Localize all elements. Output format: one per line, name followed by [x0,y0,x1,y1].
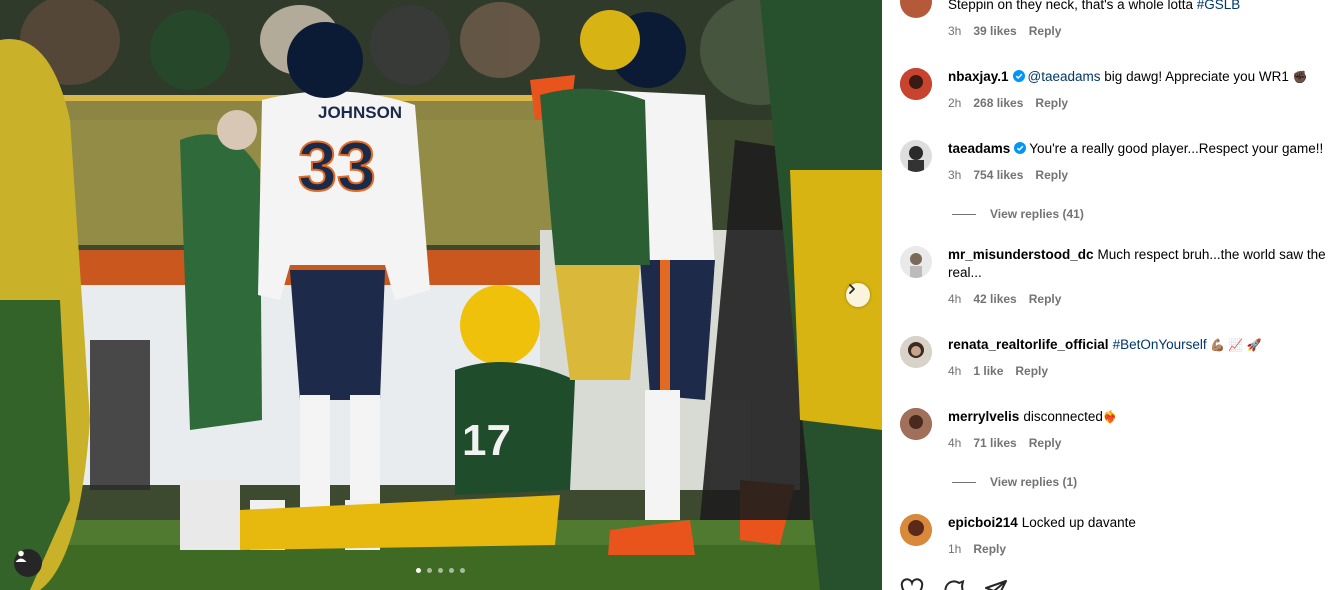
comment-username[interactable]: merrylvelis [948,409,1019,424]
comment-content: epicboi214 Locked up davante 1h Reply [948,514,1338,558]
comment-meta: 1h Reply [948,540,1338,558]
comment-likes[interactable]: 42 likes [973,290,1016,308]
comment-time[interactable]: 3h [948,22,961,40]
comment-content: merrylvelis disconnected❤️‍🔥 4h 71 likes … [948,408,1338,452]
comment-meta: 4h 1 like Reply [948,362,1338,380]
comment-text: You're a really good player...Respect yo… [1029,141,1324,156]
comment-likes[interactable]: 71 likes [973,434,1016,452]
post-media[interactable]: 33 JOHNSON 17 [0,0,882,590]
comment-meta: 3h 39 likes Reply [948,22,1338,40]
mention-link[interactable]: @taeadams [1028,69,1101,84]
svg-text:33: 33 [298,127,376,205]
avatar[interactable] [900,514,932,546]
comment-likes[interactable]: 754 likes [973,166,1023,184]
avatar[interactable] [900,140,932,172]
comment-text: Steppin on they neck, that's a whole lot… [948,0,1197,12]
comment-username[interactable]: taeadams [948,141,1010,156]
tagged-people-button[interactable] [14,549,42,577]
chevron-right-icon [849,284,855,294]
view-replies-label: View replies (1) [990,475,1078,489]
comment-username[interactable]: mr_misunderstood_dc [948,247,1094,262]
comment-time[interactable]: 4h [948,290,961,308]
hashtag-link[interactable]: #BetOnYourself [1113,337,1207,352]
post-actions-bar [900,578,1008,590]
comment-likes[interactable]: 39 likes [973,22,1016,40]
verified-badge-icon [1012,70,1025,82]
avatar[interactable] [900,408,932,440]
carousel-dot [416,568,421,573]
reply-button[interactable]: Reply [1029,434,1062,452]
comment-time[interactable]: 3h [948,166,961,184]
comment-text: Locked up davante [1021,515,1136,530]
reply-button[interactable]: Reply [1035,166,1068,184]
comment-content: taeadams You're a really good player...Re… [948,140,1338,184]
reply-button[interactable]: Reply [973,540,1006,558]
view-replies-button[interactable]: View replies (1) [952,475,1077,489]
comment-emoji: ✊🏿 [1292,70,1308,84]
svg-text:17: 17 [462,416,511,465]
comment-text: big dawg! Appreciate you WR1 [1100,69,1293,84]
divider [952,481,976,483]
view-replies-label: View replies (41) [990,207,1084,221]
verified-badge-icon [1014,142,1027,154]
reply-button[interactable]: Reply [1035,94,1068,112]
post-photo: 33 JOHNSON 17 [0,0,882,590]
send-icon[interactable] [984,578,1008,590]
comment-content: Steppin on they neck, that's a whole lot… [948,0,1338,40]
comment-meta: 3h 754 likes Reply [948,166,1338,184]
comment-icon[interactable] [942,578,966,590]
avatar[interactable] [900,0,932,18]
comment-meta: 4h 71 likes Reply [948,434,1338,452]
comment-meta: 4h 42 likes Reply [948,290,1338,308]
comments-panel[interactable]: Steppin on they neck, that's a whole lot… [882,0,1338,590]
comment-username[interactable]: epicboi214 [948,515,1018,530]
comment-content: nbaxjay.1 @taeadams big dawg! Appreciate … [948,68,1338,112]
carousel-dot [449,568,454,573]
heart-icon[interactable] [900,578,924,590]
carousel-dot [427,568,432,573]
avatar[interactable] [900,246,932,278]
comment-content: mr_misunderstood_dc Much respect bruh...t… [948,246,1338,308]
divider [952,213,976,215]
hashtag-link[interactable]: #GSLB [1197,0,1241,12]
svg-text:JOHNSON: JOHNSON [318,103,402,122]
comment-content: renata_realtorlife_official #BetOnYoursel… [948,336,1338,380]
avatar[interactable] [900,68,932,100]
reply-button[interactable]: Reply [1029,290,1062,308]
carousel-dot [438,568,443,573]
reply-button[interactable]: Reply [1015,362,1048,380]
comment-likes[interactable]: 1 like [973,362,1003,380]
comment-time[interactable]: 4h [948,362,961,380]
comment-text: disconnected [1023,409,1103,424]
comment-time[interactable]: 4h [948,434,961,452]
comment-emoji: ❤️‍🔥 [1102,410,1118,424]
avatar[interactable] [900,336,932,368]
comment-username[interactable]: nbaxjay.1 [948,69,1009,84]
carousel-dot [460,568,465,573]
carousel-indicator [416,568,465,573]
person-icon [15,550,27,562]
carousel-next-button[interactable] [846,283,870,307]
comment-likes[interactable]: 268 likes [973,94,1023,112]
view-replies-button[interactable]: View replies (41) [952,207,1084,221]
comment-emoji: 💪🏽 📈 🚀 [1206,338,1262,352]
reply-button[interactable]: Reply [1029,22,1062,40]
comment-meta: 2h 268 likes Reply [948,94,1338,112]
comment-username[interactable]: renata_realtorlife_official [948,337,1109,352]
comment-time[interactable]: 2h [948,94,961,112]
comment-time[interactable]: 1h [948,540,961,558]
